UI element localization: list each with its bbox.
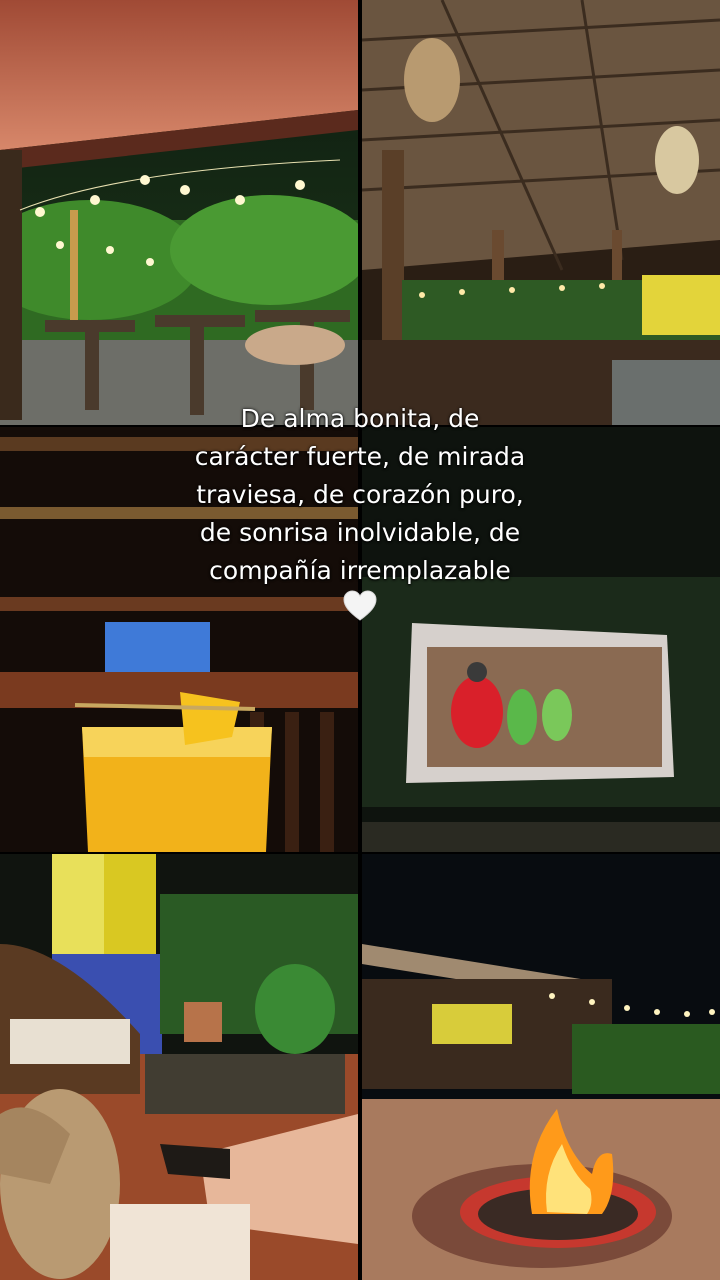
caption-line: De alma bonita, de [240,404,480,433]
caption-line: traviesa, de corazón puro, [196,480,524,509]
caption-line: compañía irremplazable [209,556,511,585]
photo-thatched-terrace [362,0,720,425]
photo-patio-dog [0,854,358,1280]
overlay-caption: De alma bonita, de carácter fuerte, de m… [0,400,720,590]
photo-garden-patio [0,0,358,425]
photo-bonfire [362,854,720,1280]
photo-collage [0,0,720,1280]
white-heart-icon [343,590,377,622]
caption-line: de sonrisa inolvidable, de [199,518,521,547]
caption-line: carácter fuerte, de mirada [194,442,526,471]
